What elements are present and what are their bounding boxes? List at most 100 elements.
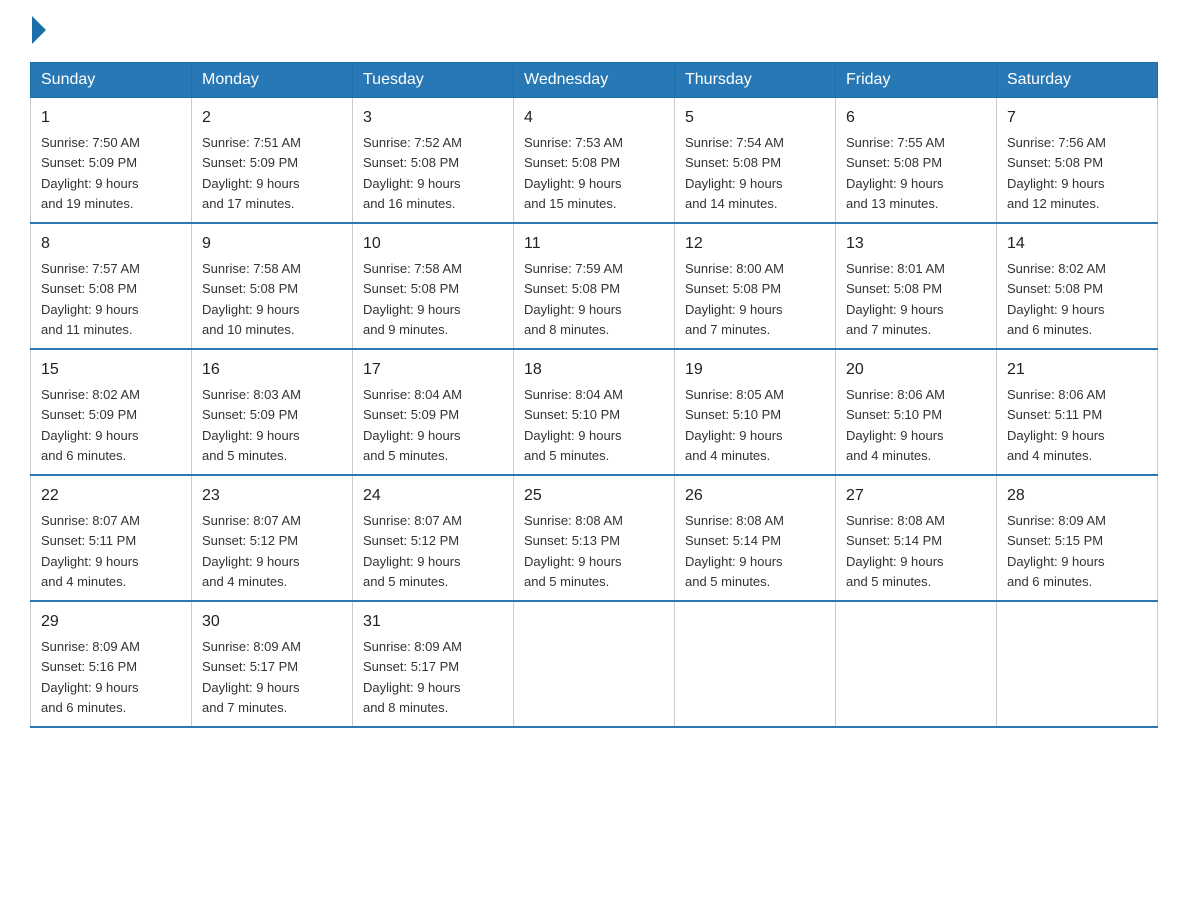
day-info: Sunrise: 7:55 AMSunset: 5:08 PMDaylight:…	[846, 135, 945, 211]
day-number: 13	[846, 232, 986, 256]
day-cell: 5 Sunrise: 7:54 AMSunset: 5:08 PMDaylight…	[675, 98, 836, 224]
day-cell: 18 Sunrise: 8:04 AMSunset: 5:10 PMDayligh…	[514, 349, 675, 475]
day-cell: 13 Sunrise: 8:01 AMSunset: 5:08 PMDayligh…	[836, 223, 997, 349]
day-number: 31	[363, 610, 503, 634]
day-number: 25	[524, 484, 664, 508]
day-number: 18	[524, 358, 664, 382]
day-number: 5	[685, 106, 825, 130]
day-cell: 30 Sunrise: 8:09 AMSunset: 5:17 PMDayligh…	[192, 601, 353, 727]
week-row-4: 22 Sunrise: 8:07 AMSunset: 5:11 PMDayligh…	[31, 475, 1158, 601]
day-cell: 12Sunrise: 8:00 AMSunset: 5:08 PMDayligh…	[675, 223, 836, 349]
week-row-5: 29 Sunrise: 8:09 AMSunset: 5:16 PMDayligh…	[31, 601, 1158, 727]
day-number: 20	[846, 358, 986, 382]
day-cell: 20 Sunrise: 8:06 AMSunset: 5:10 PMDayligh…	[836, 349, 997, 475]
day-info: Sunrise: 7:58 AMSunset: 5:08 PMDaylight:…	[202, 261, 301, 337]
day-cell: 23Sunrise: 8:07 AMSunset: 5:12 PMDayligh…	[192, 475, 353, 601]
col-header-thursday: Thursday	[675, 63, 836, 98]
day-cell: 8 Sunrise: 7:57 AMSunset: 5:08 PMDaylight…	[31, 223, 192, 349]
day-number: 29	[41, 610, 181, 634]
col-header-saturday: Saturday	[997, 63, 1158, 98]
day-info: Sunrise: 8:08 AMSunset: 5:13 PMDaylight:…	[524, 513, 623, 589]
logo	[30, 20, 46, 44]
day-number: 10	[363, 232, 503, 256]
week-row-1: 1Sunrise: 7:50 AMSunset: 5:09 PMDaylight…	[31, 98, 1158, 224]
day-cell: 25 Sunrise: 8:08 AMSunset: 5:13 PMDayligh…	[514, 475, 675, 601]
day-number: 16	[202, 358, 342, 382]
day-number: 15	[41, 358, 181, 382]
day-info: Sunrise: 8:00 AMSunset: 5:08 PMDaylight:…	[685, 261, 784, 337]
day-cell	[836, 601, 997, 727]
col-header-wednesday: Wednesday	[514, 63, 675, 98]
day-cell: 24 Sunrise: 8:07 AMSunset: 5:12 PMDayligh…	[353, 475, 514, 601]
day-cell: 10 Sunrise: 7:58 AMSunset: 5:08 PMDayligh…	[353, 223, 514, 349]
col-header-sunday: Sunday	[31, 63, 192, 98]
day-cell	[675, 601, 836, 727]
day-number: 9	[202, 232, 342, 256]
day-cell: 14 Sunrise: 8:02 AMSunset: 5:08 PMDayligh…	[997, 223, 1158, 349]
day-number: 1	[41, 106, 181, 130]
day-info: Sunrise: 7:57 AMSunset: 5:08 PMDaylight:…	[41, 261, 140, 337]
day-cell: 29 Sunrise: 8:09 AMSunset: 5:16 PMDayligh…	[31, 601, 192, 727]
day-number: 6	[846, 106, 986, 130]
day-info: Sunrise: 7:54 AMSunset: 5:08 PMDaylight:…	[685, 135, 784, 211]
day-cell: 26Sunrise: 8:08 AMSunset: 5:14 PMDayligh…	[675, 475, 836, 601]
day-info: Sunrise: 8:04 AMSunset: 5:10 PMDaylight:…	[524, 387, 623, 463]
day-info: Sunrise: 8:09 AMSunset: 5:17 PMDaylight:…	[202, 639, 301, 715]
day-cell: 2Sunrise: 7:51 AMSunset: 5:09 PMDaylight…	[192, 98, 353, 224]
day-number: 24	[363, 484, 503, 508]
day-number: 21	[1007, 358, 1147, 382]
day-cell: 9 Sunrise: 7:58 AMSunset: 5:08 PMDaylight…	[192, 223, 353, 349]
day-number: 30	[202, 610, 342, 634]
day-cell: 6 Sunrise: 7:55 AMSunset: 5:08 PMDaylight…	[836, 98, 997, 224]
day-number: 28	[1007, 484, 1147, 508]
day-info: Sunrise: 8:09 AMSunset: 5:16 PMDaylight:…	[41, 639, 140, 715]
page-header	[30, 20, 1158, 44]
day-info: Sunrise: 7:52 AMSunset: 5:08 PMDaylight:…	[363, 135, 462, 211]
day-number: 27	[846, 484, 986, 508]
calendar-table: SundayMondayTuesdayWednesdayThursdayFrid…	[30, 62, 1158, 728]
day-cell: 31Sunrise: 8:09 AMSunset: 5:17 PMDayligh…	[353, 601, 514, 727]
day-info: Sunrise: 8:07 AMSunset: 5:12 PMDaylight:…	[363, 513, 462, 589]
day-info: Sunrise: 7:56 AMSunset: 5:08 PMDaylight:…	[1007, 135, 1106, 211]
day-info: Sunrise: 8:02 AMSunset: 5:09 PMDaylight:…	[41, 387, 140, 463]
day-cell: 27 Sunrise: 8:08 AMSunset: 5:14 PMDayligh…	[836, 475, 997, 601]
day-number: 11	[524, 232, 664, 256]
day-cell	[997, 601, 1158, 727]
day-cell: 19Sunrise: 8:05 AMSunset: 5:10 PMDayligh…	[675, 349, 836, 475]
day-number: 8	[41, 232, 181, 256]
day-cell: 28Sunrise: 8:09 AMSunset: 5:15 PMDayligh…	[997, 475, 1158, 601]
calendar-header: SundayMondayTuesdayWednesdayThursdayFrid…	[31, 63, 1158, 98]
day-cell: 21 Sunrise: 8:06 AMSunset: 5:11 PMDayligh…	[997, 349, 1158, 475]
day-info: Sunrise: 8:07 AMSunset: 5:11 PMDaylight:…	[41, 513, 140, 589]
col-header-friday: Friday	[836, 63, 997, 98]
day-number: 7	[1007, 106, 1147, 130]
day-number: 3	[363, 106, 503, 130]
day-info: Sunrise: 7:58 AMSunset: 5:08 PMDaylight:…	[363, 261, 462, 337]
day-info: Sunrise: 8:08 AMSunset: 5:14 PMDaylight:…	[846, 513, 945, 589]
day-cell: 4Sunrise: 7:53 AMSunset: 5:08 PMDaylight…	[514, 98, 675, 224]
day-number: 22	[41, 484, 181, 508]
day-cell	[514, 601, 675, 727]
day-cell: 3 Sunrise: 7:52 AMSunset: 5:08 PMDaylight…	[353, 98, 514, 224]
day-info: Sunrise: 8:01 AMSunset: 5:08 PMDaylight:…	[846, 261, 945, 337]
day-cell: 16 Sunrise: 8:03 AMSunset: 5:09 PMDayligh…	[192, 349, 353, 475]
week-row-3: 15 Sunrise: 8:02 AMSunset: 5:09 PMDayligh…	[31, 349, 1158, 475]
day-info: Sunrise: 8:02 AMSunset: 5:08 PMDaylight:…	[1007, 261, 1106, 337]
day-cell: 1Sunrise: 7:50 AMSunset: 5:09 PMDaylight…	[31, 98, 192, 224]
day-cell: 17Sunrise: 8:04 AMSunset: 5:09 PMDayligh…	[353, 349, 514, 475]
day-number: 23	[202, 484, 342, 508]
day-number: 2	[202, 106, 342, 130]
day-cell: 22 Sunrise: 8:07 AMSunset: 5:11 PMDayligh…	[31, 475, 192, 601]
day-info: Sunrise: 8:03 AMSunset: 5:09 PMDaylight:…	[202, 387, 301, 463]
day-info: Sunrise: 8:06 AMSunset: 5:10 PMDaylight:…	[846, 387, 945, 463]
week-row-2: 8 Sunrise: 7:57 AMSunset: 5:08 PMDaylight…	[31, 223, 1158, 349]
col-header-monday: Monday	[192, 63, 353, 98]
day-number: 14	[1007, 232, 1147, 256]
day-cell: 7 Sunrise: 7:56 AMSunset: 5:08 PMDaylight…	[997, 98, 1158, 224]
day-cell: 15 Sunrise: 8:02 AMSunset: 5:09 PMDayligh…	[31, 349, 192, 475]
day-number: 26	[685, 484, 825, 508]
day-info: Sunrise: 8:05 AMSunset: 5:10 PMDaylight:…	[685, 387, 784, 463]
day-info: Sunrise: 8:06 AMSunset: 5:11 PMDaylight:…	[1007, 387, 1106, 463]
calendar-body: 1Sunrise: 7:50 AMSunset: 5:09 PMDaylight…	[31, 98, 1158, 728]
day-info: Sunrise: 8:04 AMSunset: 5:09 PMDaylight:…	[363, 387, 462, 463]
